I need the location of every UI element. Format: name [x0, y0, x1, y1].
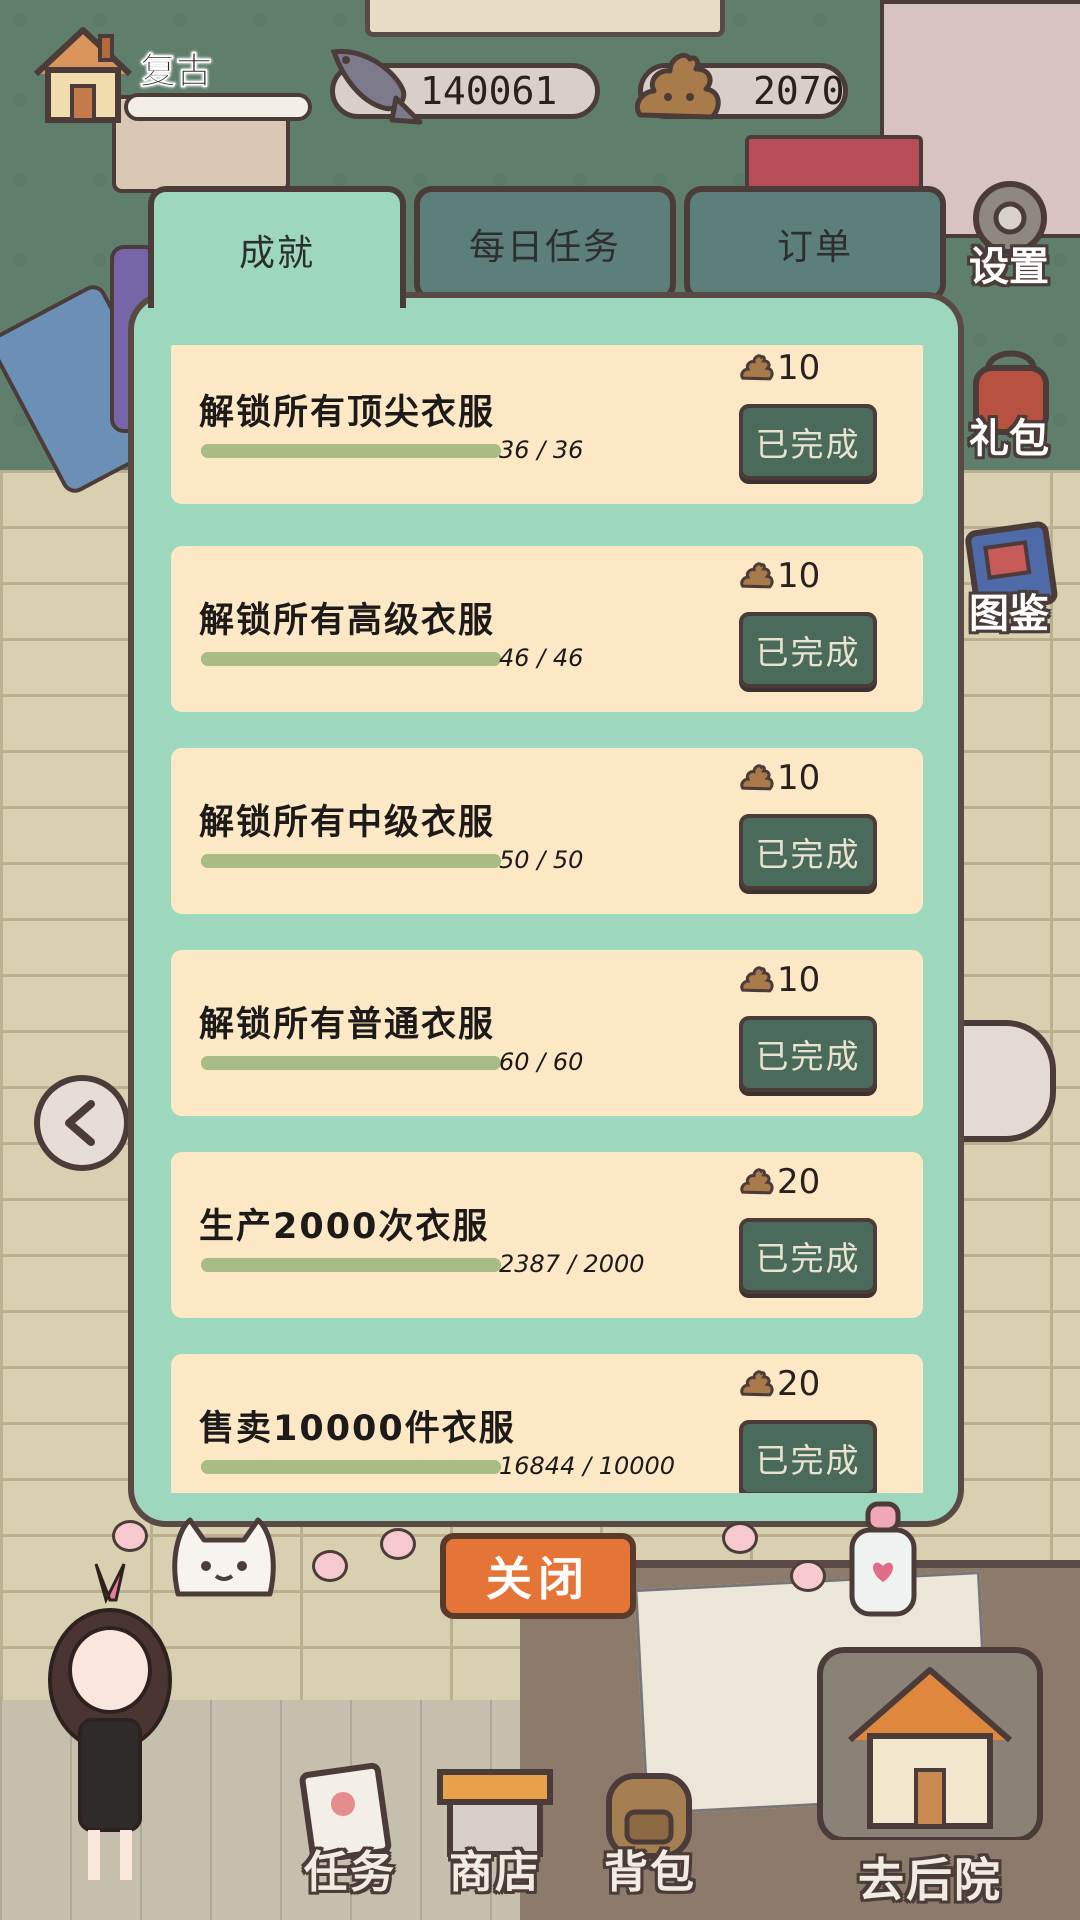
paw-print-icon: [790, 1560, 826, 1592]
thread-rack: [745, 135, 923, 193]
progress-fill: [201, 444, 501, 458]
poop-icon: [740, 966, 774, 993]
reward: 20: [739, 1162, 820, 1202]
nav-tasks-label: 任务: [304, 1847, 396, 1898]
achievement-title: 生产2000次衣服: [199, 1207, 490, 1247]
achievement-title: 解锁所有顶尖衣服: [199, 393, 496, 433]
completed-button[interactable]: 已完成: [739, 1420, 877, 1493]
progress-bar: [201, 1258, 501, 1272]
paw-print-icon: [312, 1550, 348, 1582]
backyard-label: 去后院: [858, 1853, 1002, 1907]
nav-shop-label: 商店: [449, 1847, 541, 1898]
achievement-title: 解锁所有高级衣服: [199, 601, 496, 641]
achievement-card: 售卖10000件衣服 16844 / 10000 20 已完成: [168, 1351, 926, 1493]
close-button[interactable]: 关闭: [440, 1533, 636, 1619]
reward: 10: [739, 758, 820, 798]
progress-fill: [201, 854, 501, 868]
backyard-button[interactable]: 去后院: [800, 1630, 1060, 1910]
nav-backpack-label: 背包: [604, 1847, 696, 1898]
progress-fill: [201, 1460, 501, 1474]
paw-print-icon: [380, 1528, 416, 1560]
progress-bar: [201, 444, 501, 458]
fish-icon: [330, 49, 423, 125]
progress-text: 46 / 46: [499, 644, 584, 672]
progress-fill: [201, 652, 501, 666]
achievement-title: 售卖10000件衣服: [199, 1409, 516, 1449]
achievement-card: 解锁所有顶尖衣服 36 / 36 10 已完成: [168, 345, 926, 507]
reward-amount: 10: [777, 556, 821, 596]
completed-button[interactable]: 已完成: [739, 814, 877, 890]
tab-orders[interactable]: 订单: [684, 186, 946, 302]
achievement-title: 解锁所有中级衣服: [199, 803, 496, 843]
reward: 10: [739, 960, 820, 1000]
player-exp-bar: [124, 93, 312, 121]
tab-daily-tasks[interactable]: 每日任务: [414, 186, 676, 302]
nav-shop-button[interactable]: 商店: [430, 1760, 560, 1900]
collection-button[interactable]: 图鉴: [948, 515, 1070, 637]
progress-bar: [201, 1056, 501, 1070]
reward-amount: 20: [777, 1364, 821, 1404]
nav-tasks-button[interactable]: 任务: [285, 1760, 415, 1900]
reward-amount: 10: [777, 348, 821, 388]
paw-print-icon: [722, 1522, 758, 1554]
reward-amount: 10: [777, 758, 821, 798]
completed-button[interactable]: 已完成: [739, 612, 877, 688]
previous-button[interactable]: [34, 1075, 130, 1171]
gift-pack-button[interactable]: 礼包: [948, 340, 1070, 462]
achievement-card: 解锁所有普通衣服 60 / 60 10 已完成: [168, 947, 926, 1119]
progress-fill: [201, 1258, 501, 1272]
nav-backpack-button[interactable]: 背包: [585, 1760, 715, 1900]
chevron-left-icon: [65, 1100, 95, 1146]
milk-bottle-icon: [849, 1501, 917, 1617]
reward: 10: [739, 556, 820, 596]
backyard-house-icon: [817, 1647, 1043, 1843]
gift-pack-label: 礼包: [969, 416, 1049, 462]
player-name: 复古: [140, 51, 213, 93]
poop-icon: [740, 1168, 774, 1195]
reward: 20: [739, 1364, 820, 1404]
reward-amount: 10: [777, 960, 821, 1000]
progress-bar: [201, 854, 501, 868]
reward: 10: [739, 348, 820, 388]
completed-button[interactable]: 已完成: [739, 1016, 877, 1092]
progress-text: 60 / 60: [499, 1048, 584, 1076]
poop-icon: [740, 1370, 774, 1397]
progress-fill: [201, 1056, 501, 1070]
completed-button[interactable]: 已完成: [739, 404, 877, 480]
tab-achievements[interactable]: 成就: [148, 186, 406, 308]
progress-bar: [201, 652, 501, 666]
poop-icon: [634, 53, 721, 120]
progress-text: 36 / 36: [499, 436, 584, 464]
poop-icon: [740, 354, 774, 381]
poop-icon: [740, 764, 774, 791]
achievement-title: 解锁所有普通衣服: [199, 1005, 496, 1045]
poop-icon: [740, 562, 774, 589]
house-icon[interactable]: [28, 22, 138, 126]
collection-label: 图鉴: [969, 591, 1049, 637]
right-drawer-handle[interactable]: [960, 1020, 1056, 1142]
achievement-card: 生产2000次衣服 2387 / 2000 20 已完成: [168, 1149, 926, 1321]
progress-text: 16844 / 10000: [499, 1452, 676, 1480]
progress-text: 50 / 50: [499, 846, 584, 874]
progress-text: 2387 / 2000: [499, 1250, 645, 1278]
reward-amount: 20: [777, 1162, 821, 1202]
paw-print-icon: [112, 1520, 148, 1552]
player-character: [48, 1563, 172, 1880]
progress-bar: [201, 1460, 501, 1474]
achievement-card: 解锁所有高级衣服 46 / 46 10 已完成: [168, 543, 926, 715]
window-frame: [365, 0, 725, 37]
achievement-list[interactable]: 解锁所有顶尖衣服 36 / 36 10 已完成 解锁所有高级衣服 46 / 46…: [150, 345, 940, 1493]
completed-button[interactable]: 已完成: [739, 1218, 877, 1294]
settings-label: 设置: [969, 244, 1049, 290]
settings-button[interactable]: 设置: [948, 168, 1070, 290]
achievement-card: 解锁所有中级衣服 50 / 50 10 已完成: [168, 745, 926, 917]
